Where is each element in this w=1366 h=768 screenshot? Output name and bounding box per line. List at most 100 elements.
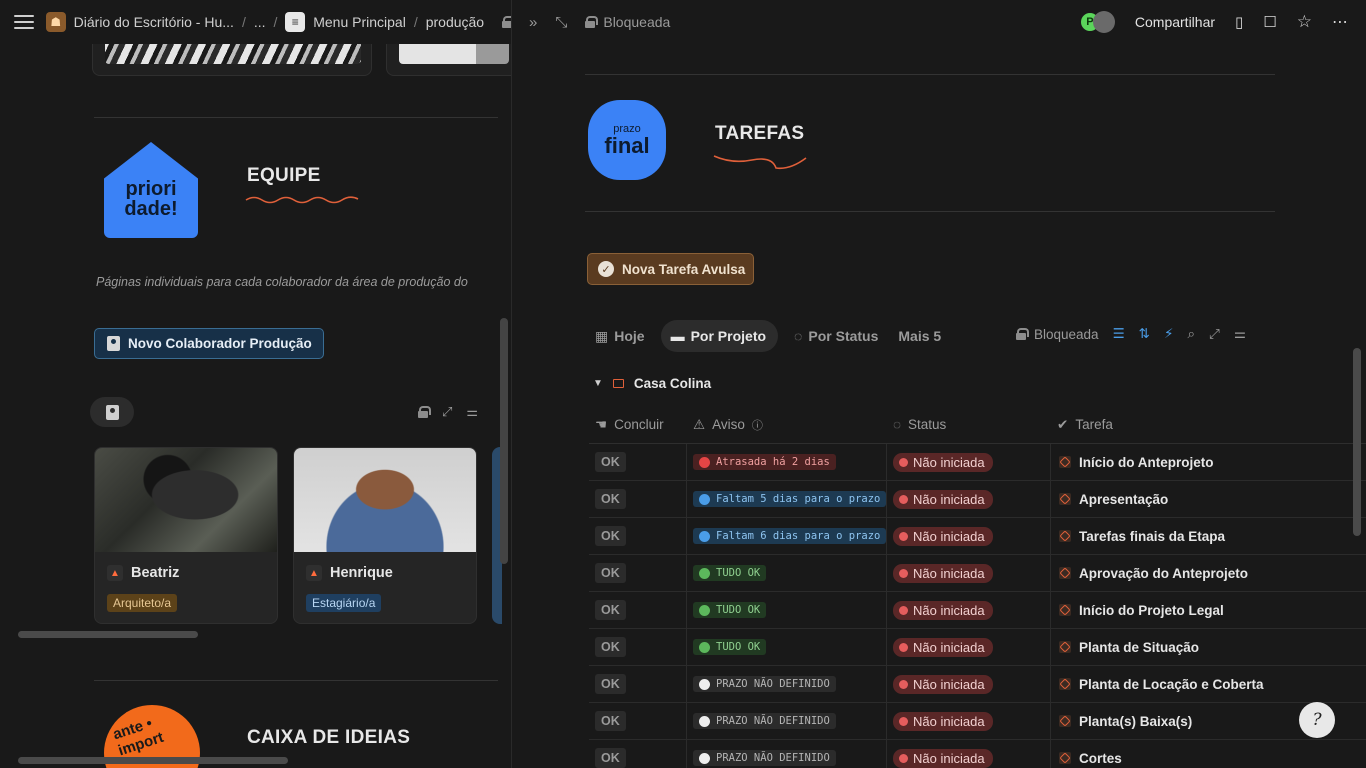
ok-button[interactable]: OK	[595, 452, 626, 472]
status-cell[interactable]: Não iniciada	[887, 481, 1051, 517]
table-row[interactable]: OK Atrasada há 2 dias Não iniciada Início d…	[589, 444, 1366, 481]
status-cell[interactable]: Não iniciada	[887, 555, 1051, 591]
status-badge: Não iniciada	[893, 563, 993, 583]
new-collaborator-button[interactable]: Novo Colaborador Produção	[94, 328, 324, 359]
status-dot	[699, 456, 710, 468]
collaborator-name: Beatriz	[131, 565, 180, 581]
ok-button[interactable]: OK	[595, 526, 626, 546]
breadcrumb-ellipsis[interactable]: ...	[254, 14, 266, 30]
collaborator-avatars[interactable]: P	[1078, 11, 1115, 33]
breadcrumb-producao[interactable]: produção	[426, 14, 484, 30]
database-icon: ≡	[285, 12, 306, 32]
status-cell[interactable]: Não iniciada	[887, 592, 1051, 628]
tarefa-cell[interactable]: Planta de Situação	[1051, 629, 1366, 665]
filter-icon[interactable]: ☰	[1113, 326, 1125, 342]
ok-button[interactable]: OK	[595, 563, 626, 583]
breadcrumb-separator: /	[413, 14, 418, 30]
aviso-text: TUDO OK	[716, 567, 761, 579]
tarefa-cell[interactable]: Tarefas finais da Etapa	[1051, 518, 1366, 554]
expand-icon[interactable]: ⤢	[442, 404, 452, 420]
comments-icon[interactable]: ☐	[1263, 13, 1276, 31]
locked-label[interactable]: Bloqueada	[603, 14, 670, 30]
status-cell[interactable]: Não iniciada	[887, 740, 1051, 768]
table-row[interactable]: OK TUDO OK Não iniciada Aprovação do Antepr…	[589, 555, 1366, 592]
ok-button[interactable]: OK	[595, 600, 626, 620]
menu-icon[interactable]	[14, 15, 34, 29]
column-label: Aviso	[712, 417, 745, 432]
table-row[interactable]: OK PRAZO NÃO DEFINIDO Não iniciada Planta d…	[589, 666, 1366, 703]
collaborator-card[interactable]: ▲ Henrique Estagiário/a	[293, 447, 477, 624]
task-icon	[1059, 493, 1071, 505]
settings-sliders-icon[interactable]: ⚌	[1234, 326, 1246, 342]
left-vertical-scrollbar[interactable]	[500, 318, 508, 564]
status-cell[interactable]: Não iniciada	[887, 666, 1051, 702]
aviso-badge: PRAZO NÃO DEFINIDO	[693, 676, 836, 692]
tarefa-cell[interactable]: Planta de Locação e Coberta	[1051, 666, 1366, 702]
table-row[interactable]: OK TUDO OK Não iniciada Início do Projeto L…	[589, 592, 1366, 629]
column-header-concluir[interactable]: ☚ Concluir	[589, 417, 687, 433]
ok-button[interactable]: OK	[595, 748, 626, 768]
table-row[interactable]: OK PRAZO NÃO DEFINIDO Não iniciada Planta(s…	[589, 703, 1366, 740]
collaborator-card[interactable]: ▲ Beatriz Arquiteto/a	[94, 447, 278, 624]
status-cell[interactable]: Não iniciada	[887, 629, 1051, 665]
column-header-status[interactable]: ◌ Status	[887, 417, 1051, 432]
help-button[interactable]: ?	[1299, 702, 1335, 738]
table-row[interactable]: OK Faltam 5 dias para o prazo Não iniciada…	[589, 481, 1366, 518]
right-pane: » ⤡ Bloqueada P Compartilhar ▯ ☐ ☆ ⋯ pra…	[513, 0, 1366, 768]
tarefa-cell[interactable]: Início do Anteprojeto	[1051, 444, 1366, 480]
right-vertical-scrollbar[interactable]	[1353, 348, 1361, 536]
collaborator-name: Henrique	[330, 565, 393, 581]
dashed-circle-icon: ◌	[794, 328, 803, 344]
ok-button[interactable]: OK	[595, 489, 626, 509]
collapse-panel-icon[interactable]: »	[529, 14, 537, 31]
left-topbar: ☗ Diário do Escritório - Hu... / ... / ≡…	[0, 0, 511, 44]
table-row[interactable]: OK PRAZO NÃO DEFINIDO Não iniciada Cortes	[589, 740, 1366, 768]
locked-label[interactable]: Bloqueada	[1034, 327, 1099, 342]
gallery-view-tab[interactable]	[90, 397, 134, 427]
tab-por-projeto[interactable]: ▬ Por Projeto	[660, 320, 779, 352]
gallery-horizontal-scrollbar[interactable]	[18, 631, 198, 638]
status-cell[interactable]: Não iniciada	[887, 703, 1051, 739]
automation-bolt-icon[interactable]: ⚡	[1164, 326, 1173, 342]
column-header-tarefa[interactable]: ✔ Tarefa	[1051, 417, 1113, 433]
breadcrumb-diary[interactable]: Diário do Escritório - Hu...	[74, 14, 234, 30]
star-icon[interactable]: ☆	[1297, 12, 1312, 32]
sidebar-toggle-icon[interactable]: ▯	[1235, 13, 1243, 31]
aviso-text: TUDO OK	[716, 641, 761, 653]
table-row[interactable]: OK Faltam 6 dias para o prazo Não iniciada…	[589, 518, 1366, 555]
column-header-aviso[interactable]: ⚠ Aviso ⓘ	[687, 417, 887, 433]
tarefas-title: TAREFAS	[715, 123, 805, 144]
breadcrumb-menu-principal[interactable]: Menu Principal	[313, 14, 406, 30]
left-horizontal-scrollbar[interactable]	[18, 757, 288, 764]
collapse-triangle-icon[interactable]: ▼	[593, 378, 603, 389]
tarefa-cell[interactable]: Início do Projeto Legal	[1051, 592, 1366, 628]
tarefa-cell[interactable]: Cortes	[1051, 740, 1366, 768]
concluir-cell: OK	[589, 740, 687, 768]
table-row[interactable]: OK TUDO OK Não iniciada Planta de Situação	[589, 629, 1366, 666]
expand-icon[interactable]: ⤢	[1209, 326, 1220, 342]
more-options-icon[interactable]: ⋯	[1332, 12, 1348, 32]
tarefa-cell[interactable]: Apresentação	[1051, 481, 1366, 517]
new-task-button[interactable]: ✓ Nova Tarefa Avulsa	[587, 253, 754, 285]
group-header[interactable]: ▼ Casa Colina	[593, 376, 711, 391]
role-tag: Arquiteto/a	[107, 594, 178, 612]
search-icon[interactable]: ⌕	[1187, 326, 1195, 342]
tab-more[interactable]: Mais 5	[894, 320, 945, 352]
settings-sliders-icon[interactable]: ⚌	[466, 404, 478, 420]
lock-icon	[502, 16, 511, 28]
status-cell[interactable]: Não iniciada	[887, 518, 1051, 554]
check-circle-icon: ✓	[598, 261, 614, 277]
tab-hoje[interactable]: ▦ Hoje	[591, 320, 649, 352]
ok-button[interactable]: OK	[595, 674, 626, 694]
status-cell[interactable]: Não iniciada	[887, 444, 1051, 480]
share-button[interactable]: Compartilhar	[1135, 14, 1215, 30]
tarefa-cell[interactable]: Aprovação do Anteprojeto	[1051, 555, 1366, 591]
tab-por-status[interactable]: ◌ Por Status	[790, 320, 882, 352]
shrink-icon[interactable]: ⤡	[555, 14, 567, 31]
folder-icon	[612, 379, 624, 388]
right-topbar-actions: P Compartilhar ▯ ☐ ☆ ⋯	[1078, 0, 1348, 44]
ok-button[interactable]: OK	[595, 637, 626, 657]
sort-icon[interactable]: ⇅	[1139, 326, 1150, 342]
ok-button[interactable]: OK	[595, 711, 626, 731]
aviso-cell: Atrasada há 2 dias	[687, 444, 887, 480]
